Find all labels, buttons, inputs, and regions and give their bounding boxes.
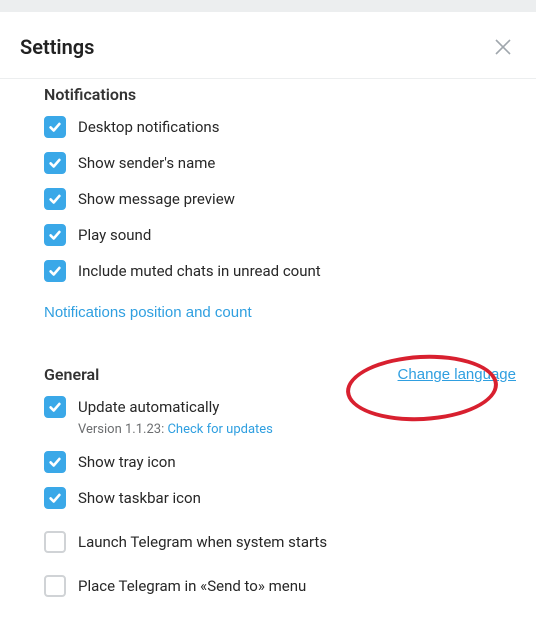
check-icon	[48, 156, 62, 170]
close-button[interactable]	[490, 34, 516, 60]
checkbox-taskbar-icon[interactable]	[44, 487, 66, 509]
check-icon	[48, 400, 62, 414]
label-send-to: Place Telegram in «Send to» menu	[78, 575, 306, 597]
checkbox-send-to[interactable]	[44, 575, 66, 597]
label-update-auto: Update automatically	[78, 396, 273, 418]
check-icon	[48, 120, 62, 134]
label-play-sound: Play sound	[78, 224, 151, 246]
label-desktop-notifications: Desktop notifications	[78, 116, 219, 138]
check-icon	[48, 455, 62, 469]
window-topbar	[0, 0, 536, 12]
row-launch-startup[interactable]: Launch Telegram when system starts	[44, 531, 516, 553]
page-title: Settings	[20, 35, 94, 59]
notifications-position-link[interactable]: Notifications position and count	[44, 304, 252, 321]
row-play-sound[interactable]: Play sound	[44, 224, 516, 246]
check-icon	[48, 192, 62, 206]
section-title-notifications: Notifications	[44, 85, 516, 104]
settings-header: Settings	[0, 12, 536, 79]
check-updates-link[interactable]: Check for updates	[167, 422, 272, 437]
row-send-to[interactable]: Place Telegram in «Send to» menu	[44, 575, 516, 597]
row-taskbar-icon[interactable]: Show taskbar icon	[44, 487, 516, 509]
checkbox-include-muted[interactable]	[44, 260, 66, 282]
checkbox-update-auto[interactable]	[44, 396, 66, 418]
label-tray-icon: Show tray icon	[78, 451, 176, 473]
checkbox-desktop-notifications[interactable]	[44, 116, 66, 138]
checkbox-show-sender[interactable]	[44, 152, 66, 174]
settings-content: Notifications Desktop notifications Show…	[0, 79, 536, 597]
row-desktop-notifications[interactable]: Desktop notifications	[44, 116, 516, 138]
section-header-general: General Change language	[44, 365, 516, 384]
check-icon	[48, 228, 62, 242]
row-include-muted[interactable]: Include muted chats in unread count	[44, 260, 516, 282]
row-tray-icon[interactable]: Show tray icon	[44, 451, 516, 473]
label-launch-startup: Launch Telegram when system starts	[78, 531, 327, 553]
label-show-preview: Show message preview	[78, 188, 235, 210]
checkbox-tray-icon[interactable]	[44, 451, 66, 473]
check-icon	[48, 491, 62, 505]
label-include-muted: Include muted chats in unread count	[78, 260, 321, 282]
version-line: Version 1.1.23: Check for updates	[78, 422, 273, 437]
row-update-auto[interactable]: Update automatically Version 1.1.23: Che…	[44, 396, 516, 437]
section-title-general: General	[44, 365, 99, 384]
label-show-sender: Show sender's name	[78, 152, 215, 174]
checkbox-launch-startup[interactable]	[44, 531, 66, 553]
check-icon	[48, 264, 62, 278]
row-show-preview[interactable]: Show message preview	[44, 188, 516, 210]
close-icon	[494, 38, 512, 56]
checkbox-play-sound[interactable]	[44, 224, 66, 246]
label-taskbar-icon: Show taskbar icon	[78, 487, 201, 509]
change-language-link[interactable]: Change language	[398, 366, 516, 383]
version-text: Version 1.1.23:	[78, 422, 167, 437]
row-show-sender[interactable]: Show sender's name	[44, 152, 516, 174]
checkbox-show-preview[interactable]	[44, 188, 66, 210]
